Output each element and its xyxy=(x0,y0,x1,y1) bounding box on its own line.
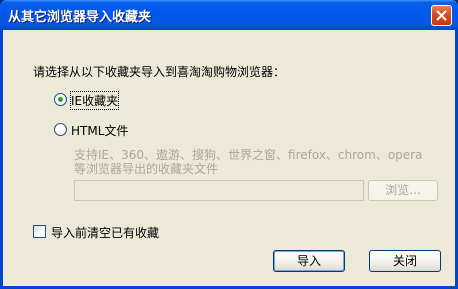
html-file-label[interactable]: HTML文件 xyxy=(71,122,128,139)
hint-line-2: 等浏览器导出的收藏夹文件 xyxy=(74,162,219,176)
html-file-radio[interactable] xyxy=(54,123,67,136)
prompt-label: 请选择从以下收藏夹导入到喜淘淘购物浏览器： xyxy=(33,65,286,79)
close-button[interactable] xyxy=(431,5,452,26)
clear-existing-label[interactable]: 导入前清空已有收藏 xyxy=(51,224,159,241)
ie-favorites-radio[interactable] xyxy=(54,93,67,106)
hint-line-1: 支持IE、360、遨游、搜狗、世界之窗、firefox、chrom、opera xyxy=(74,148,423,162)
dialog-title: 从其它浏览器导入收藏夹 xyxy=(8,10,152,25)
dialog-body: 请选择从以下收藏夹导入到喜淘淘购物浏览器： IE收藏夹 HTML文件 支持IE、… xyxy=(3,30,455,286)
ie-favorites-label[interactable]: IE收藏夹 xyxy=(69,91,120,110)
supported-browsers-hint: 支持IE、360、遨游、搜狗、世界之窗、firefox、chrom、opera … xyxy=(74,148,423,176)
browse-button[interactable]: 浏览... xyxy=(368,180,438,201)
radio-selected-dot xyxy=(58,97,63,102)
clear-existing-checkbox[interactable] xyxy=(33,225,46,238)
title-bar[interactable]: 从其它浏览器导入收藏夹 xyxy=(0,0,458,30)
close-icon xyxy=(436,10,447,21)
close-dialog-button[interactable]: 关闭 xyxy=(369,250,441,272)
import-favorites-dialog: 从其它浏览器导入收藏夹 请选择从以下收藏夹导入到喜淘淘购物浏览器： IE收藏夹 … xyxy=(0,0,458,289)
file-path-input[interactable] xyxy=(74,180,364,201)
import-button[interactable]: 导入 xyxy=(273,250,345,272)
